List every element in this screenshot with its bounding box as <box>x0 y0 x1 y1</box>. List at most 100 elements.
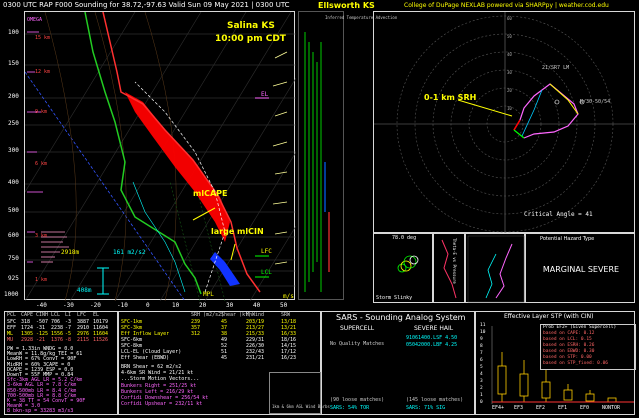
thermo-cell: CINH <box>36 312 49 318</box>
mlcin-annotation: large mlCIN <box>211 227 264 236</box>
ring-label: 60 <box>507 16 512 21</box>
kinematic-cell: Eff Shear (EBWD) <box>121 355 170 361</box>
t-tick: -40 <box>36 302 47 309</box>
hazard-panel: Potential Hazard Type MARGINAL SEVERE <box>525 233 635 303</box>
stp-category: EF3 <box>514 405 524 411</box>
thermo-table-panel: PCL CAPE CINH LCL LI LFC EL SFC 318 -507 706 -3 3887… <box>4 311 118 415</box>
thermo-cell: 1376 <box>51 337 64 343</box>
credit-line: College of DuPage NEXLAB powered via SHA… <box>404 2 609 9</box>
kinematic-cell: 16/23 <box>281 355 297 361</box>
stp-legend-item: based on STP_fixed: 0.06 <box>543 361 609 366</box>
cape-area <box>125 92 230 242</box>
ring-label: 30 <box>507 70 512 75</box>
p-tick: 300 <box>8 147 19 154</box>
p-tick: 750 <box>8 255 19 262</box>
height-408: 408m <box>77 287 92 294</box>
stp-ytick: 3 <box>480 379 483 384</box>
storm-slinky-panel: 78.0 deg Storm Slinky <box>373 233 433 303</box>
srh-value: 161 m2/s2 <box>113 249 146 256</box>
t-tick: -10 <box>117 302 128 309</box>
p-tick: 500 <box>8 207 19 214</box>
sr-wind-panel <box>465 233 525 303</box>
ring-label: 40 <box>507 52 512 57</box>
t-tick: -30 <box>63 302 74 309</box>
inferred-advection-panel: Inferred Temperature Advection <box>298 11 397 300</box>
ring-label: 50 <box>507 34 512 39</box>
stp-ytick: 8 <box>480 344 483 349</box>
kinematic-extra-line: Corfidi Upshear = 232/11 kt <box>121 401 203 408</box>
ring-label: 20 <box>507 88 512 93</box>
skewt-plot <box>25 12 296 301</box>
thermo-cell: 11526 <box>93 337 109 343</box>
slinky-angle: 78.0 deg <box>392 235 417 241</box>
thermo-cell: LCL <box>51 312 61 318</box>
stp-ytick: 5 <box>480 365 483 370</box>
slinky-label: Storm Slinky <box>376 295 413 301</box>
stp-ytick: 9 <box>480 337 483 342</box>
stp-ytick: 0 <box>480 400 483 405</box>
kinematic-cell: SRH (m2/s2) <box>191 312 225 318</box>
sars-sig-pct: SARS: 71% SIG <box>406 405 446 411</box>
sars-hail-match: 05042000.LBF 4.25 <box>406 342 458 348</box>
thermo-cell: -21 <box>36 337 46 343</box>
t-tick: 30 <box>226 302 234 309</box>
el-label: EL <box>261 91 269 98</box>
stp-category: NONTOR <box>602 405 621 411</box>
t-tick: 40 <box>253 302 261 309</box>
lfc-label: LFC <box>261 248 272 255</box>
km-label: 1 km <box>35 277 48 283</box>
km-label: 6 km <box>35 161 48 167</box>
p-tick: 100 <box>8 29 19 36</box>
stp-legend: Prob EF2+ (Given Supercell) based on CAP… <box>540 324 636 370</box>
km-label: 9 km <box>35 109 48 115</box>
thermo-cell: 2115 <box>77 337 90 343</box>
stp-ytick: 2 <box>480 386 483 391</box>
stp-category: EF2 <box>536 405 546 411</box>
thermo-cell: LI <box>65 312 72 318</box>
kinematic-extra-line: ...Storm Motion Vectors... <box>121 376 200 383</box>
thermo-cell: MU <box>7 337 14 343</box>
t-tick: 0 <box>146 302 150 309</box>
sars-tor-pct: SARS: 54% TOR <box>330 405 370 411</box>
p-tick: 200 <box>8 93 19 100</box>
mlcape-annotation: mlCAPE <box>193 189 228 198</box>
storm-motion-label: 21/SR7 LM <box>542 65 570 71</box>
thermo-cell: PCL <box>7 312 17 318</box>
stp-category: EF0 <box>580 405 590 411</box>
kinematic-cell: 312 <box>191 331 201 337</box>
thermo-cell: -8 <box>65 337 72 343</box>
kinematic-extra-line: Bunkers Right = 251/25 kt <box>121 382 197 389</box>
p-tick: 1000 <box>4 291 19 298</box>
sars-hail-match: 91061400.LSF 4.50 <box>406 335 458 341</box>
ring-label: 10 <box>507 106 512 111</box>
sars-supercell-loose: (90 loose matches) <box>330 397 385 403</box>
sars-panel: SARS - Sounding Analog System SUPERCELL … <box>321 311 475 415</box>
cin-area <box>210 252 240 286</box>
t-tick: -20 <box>90 302 101 309</box>
thermo-cell: EL <box>93 312 100 318</box>
time-annotation: 10:00 pm CDT <box>215 34 286 44</box>
kinematic-table-panel: SRH (m2/s2) Shear (kt) MnWind SRW SFC-1km 239… <box>118 311 330 415</box>
sounding-title: 0300 UTC RAP F000 Sounding for 38.72,-97… <box>3 1 290 9</box>
t-tick: 10 <box>172 302 180 309</box>
theta-e-panel: Theta-E vs Pressure <box>433 233 465 303</box>
thermo-cell: CAPE <box>21 312 34 318</box>
location-annotation: Salina KS <box>227 21 275 31</box>
thermo-cell: LFC <box>77 312 87 318</box>
kinematic-cell: 45 <box>221 355 228 361</box>
hodograph-trace <box>513 83 579 139</box>
sars-hail-loose: (145 loose matches) <box>406 397 464 403</box>
rm-label: N/30-50/54 <box>580 99 611 105</box>
p-tick: 600 <box>8 232 19 239</box>
kinematic-cell: SRW <box>281 312 291 318</box>
kinematic-cell: 231/21 <box>246 355 265 361</box>
skewt-panel: OMEGA Salina KS 10:00 pm CDT mlCAPE larg… <box>24 11 296 301</box>
stp-ytick: 7 <box>480 351 483 356</box>
station-name: Ellsworth KS <box>318 1 375 10</box>
hazard-value: MARGINAL SEVERE <box>542 265 620 274</box>
wind-barb-box: 1km & 6km AGL Wind Barbs <box>269 372 330 414</box>
omega-label: OMEGA <box>27 17 43 23</box>
sars-title: SARS - Sounding Analog System <box>336 313 466 322</box>
km-label: 12 km <box>35 69 51 75</box>
t-tick: 50 <box>280 302 288 309</box>
